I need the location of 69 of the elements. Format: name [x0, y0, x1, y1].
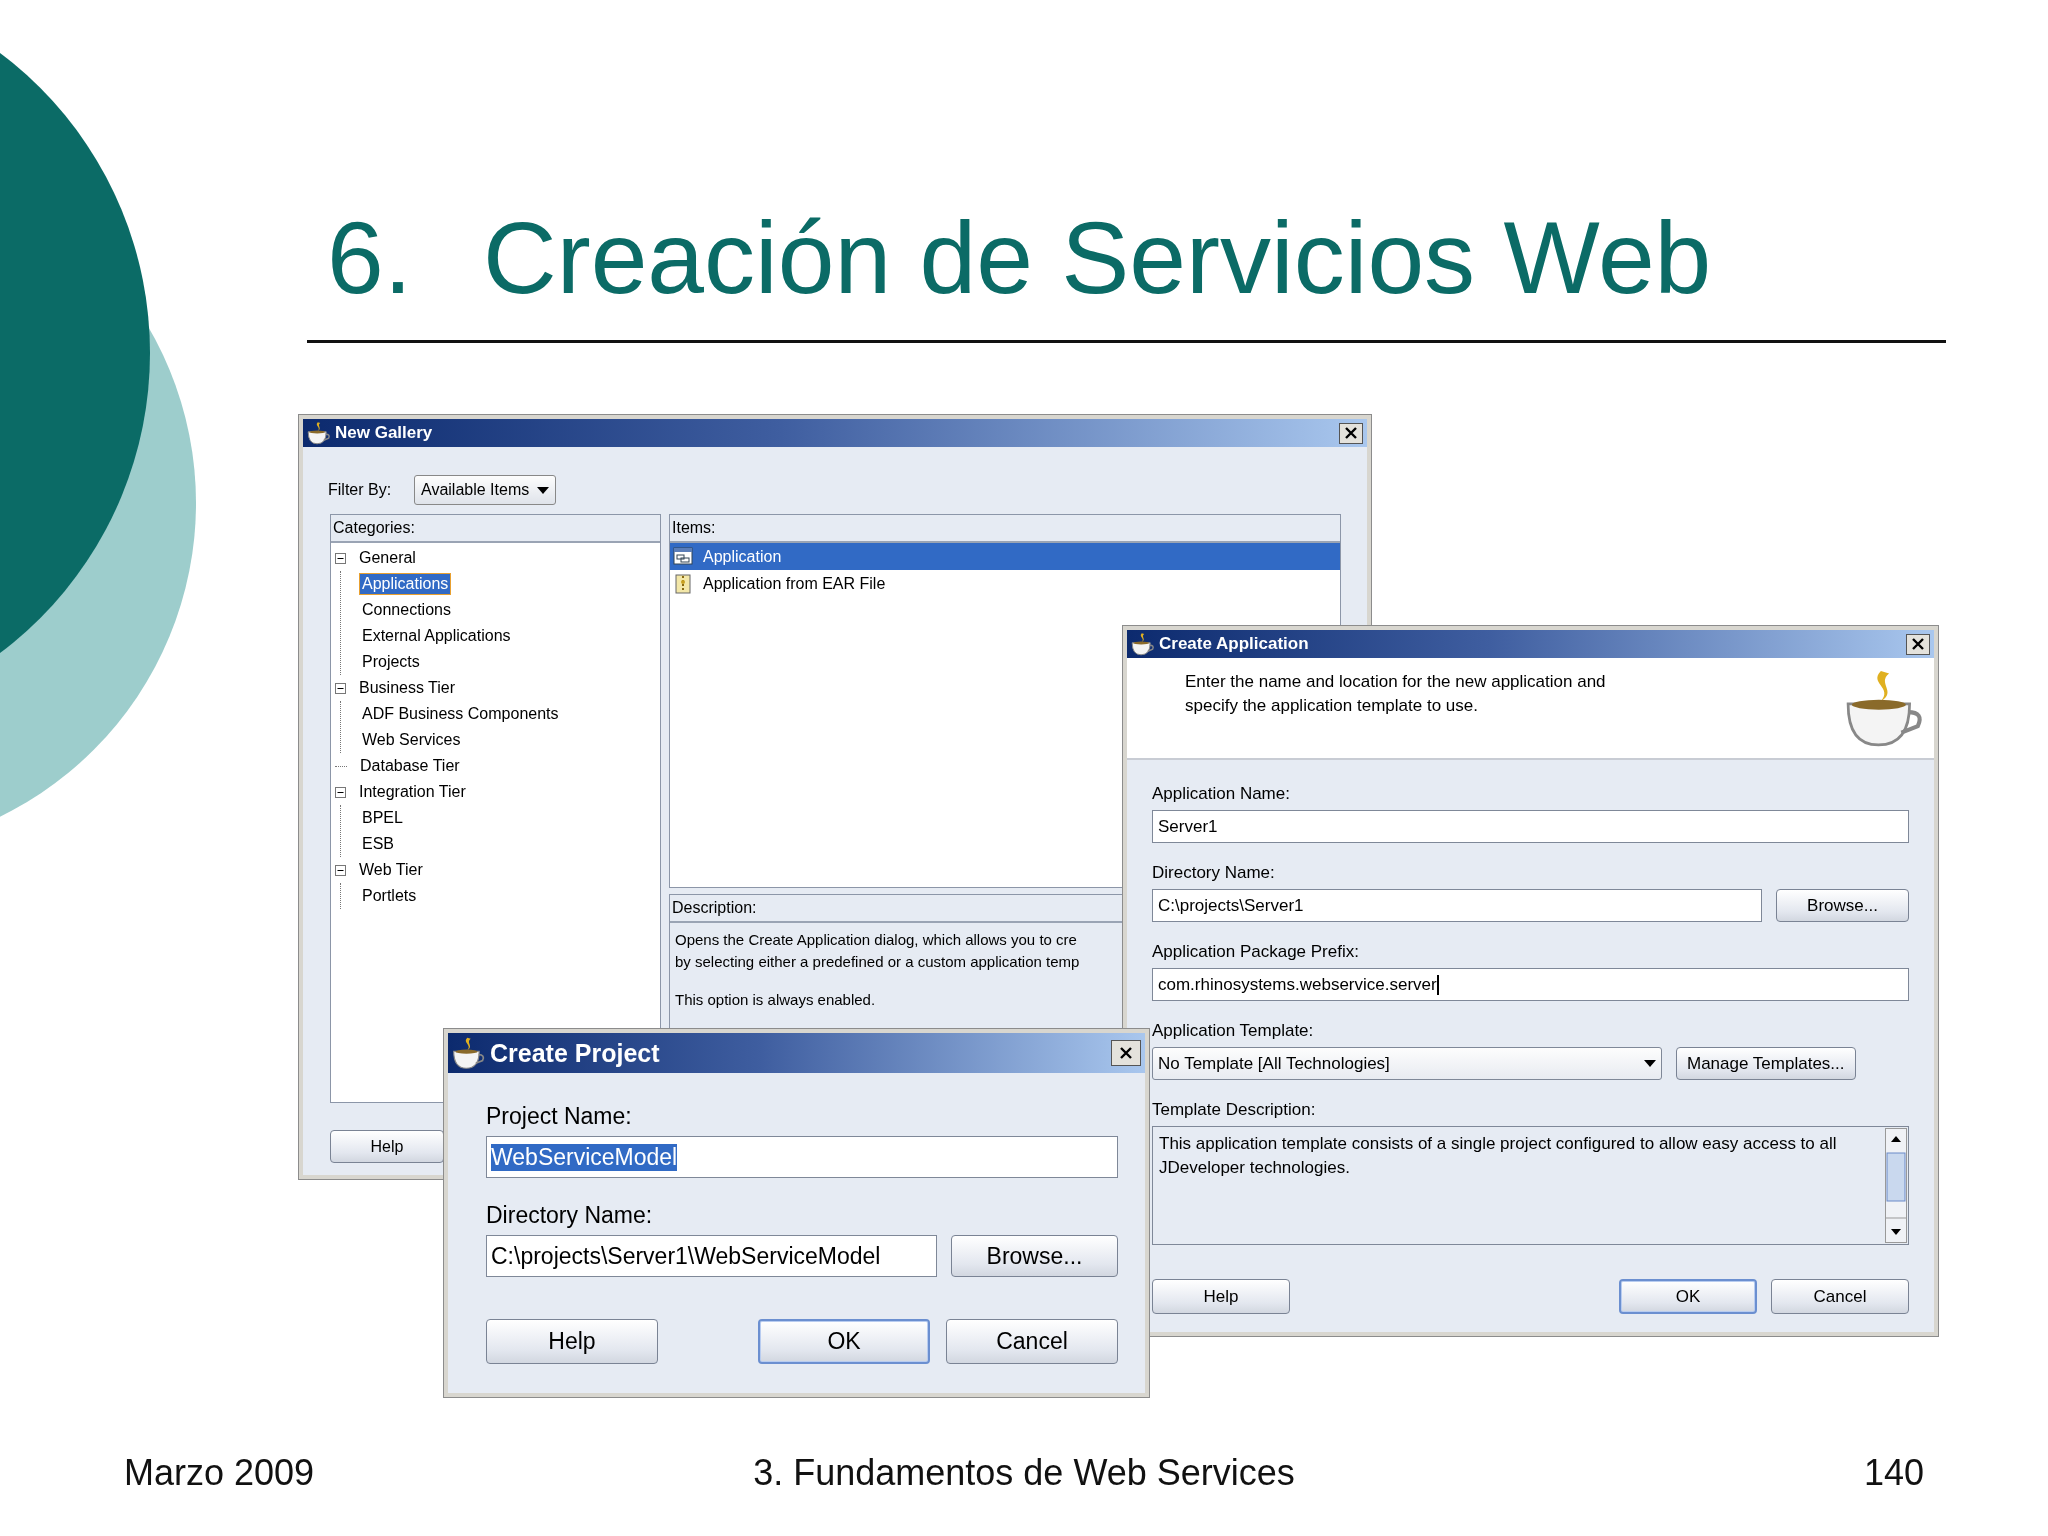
tree-item[interactable]: Connections [359, 599, 454, 621]
description-text: by selecting either a predefined or a custom application temp [674, 952, 1080, 972]
close-icon [1119, 1047, 1133, 1059]
field-label: Application Package Prefix: [1152, 941, 1360, 963]
tree-item[interactable]: Business Tier [356, 677, 459, 699]
template-description: This application template consists of a single project configured to allow easy access to all JDeveloper technologies. [1158, 1133, 1838, 1179]
dialog-button[interactable]: Manage Templates... [1676, 1047, 1856, 1080]
description-text: Opens the Create Application dialog, which allows you to cre [674, 930, 1077, 950]
instruction-text: Enter the name and location for the new application and specify the application template to use. [1185, 671, 1606, 717]
tree-item[interactable]: ESB [359, 833, 397, 855]
input-field[interactable]: Server1 [1152, 810, 1909, 843]
close-icon [1911, 638, 1925, 650]
footer-title: 3. Fundamentos de Web Services [753, 1452, 1295, 1494]
close-button[interactable] [1339, 422, 1363, 444]
slide-number: 6. [327, 200, 414, 317]
input-field[interactable]: WebServiceModel [486, 1136, 1118, 1178]
dialog-button[interactable]: Cancel [946, 1319, 1118, 1364]
window-title: New Gallery [335, 423, 433, 443]
tree-item[interactable]: BPEL [359, 807, 406, 829]
cup-icon [307, 421, 331, 445]
close-button[interactable] [1906, 633, 1930, 655]
field-label: Application Name: [1152, 783, 1291, 805]
archive-icon [673, 573, 693, 594]
page-number: 140 [1862, 1452, 1924, 1494]
list-item[interactable]: Application [670, 543, 1340, 570]
tree-item[interactable]: Projects [359, 651, 423, 673]
tree-item[interactable]: Integration Tier [356, 781, 469, 803]
input-field[interactable]: C:\projects\Server1\WebServiceModel [486, 1235, 937, 1277]
caret-icon [1644, 1060, 1656, 1067]
window-icon [673, 546, 693, 567]
cup-icon [1131, 632, 1155, 656]
dialog-button[interactable]: Help [486, 1319, 658, 1364]
tree-item[interactable]: Applications [359, 573, 452, 595]
tree-item[interactable]: General [356, 547, 419, 569]
tree-item[interactable]: External Applications [359, 625, 514, 647]
field-label: Application Template: [1152, 1020, 1315, 1042]
close-button[interactable] [1111, 1040, 1141, 1066]
tree-item[interactable]: Portlets [359, 885, 420, 907]
panel-header: Items: [670, 515, 1340, 543]
dialog-button[interactable]: Cancel [1771, 1279, 1909, 1314]
dialog-button[interactable]: OK [1619, 1279, 1757, 1314]
list-item[interactable]: Application from EAR File [670, 570, 1340, 597]
slide-title: Creación de Servicios Web [483, 200, 1712, 317]
field-label: Directory Name: [1152, 862, 1276, 884]
dialog-button[interactable]: Browse... [1776, 889, 1909, 922]
dialog-button[interactable]: Browse... [951, 1235, 1118, 1277]
dialog-button[interactable]: OK [758, 1319, 930, 1364]
panel-header: Categories: [331, 515, 660, 543]
input-field[interactable]: com.rhinosystems.webservice.server [1152, 968, 1909, 1001]
field-label: Project Name: [486, 1102, 633, 1131]
tree-item[interactable]: ADF Business Components [359, 703, 562, 725]
field-label: Filter By: [328, 481, 393, 499]
description-text: This option is always enabled. [674, 990, 876, 1010]
filter-dropdown[interactable]: Available Items [414, 475, 557, 505]
close-icon [1344, 427, 1358, 439]
dialog-button[interactable]: Help [330, 1130, 444, 1163]
caret-icon [537, 486, 550, 494]
tree-item[interactable]: Database Tier [357, 755, 463, 777]
input-field[interactable]: C:\projects\Server1 [1152, 889, 1762, 922]
tree-item[interactable]: Web Services [359, 729, 464, 751]
cup-icon [452, 1036, 486, 1070]
window-title: Create Application [1159, 634, 1309, 654]
footer-date: Marzo 2009 [124, 1452, 316, 1494]
field-label: Template Description: [1152, 1099, 1317, 1121]
template-dropdown[interactable]: No Template [All Technologies] [1152, 1047, 1662, 1080]
field-label: Directory Name: [486, 1201, 654, 1230]
window-title: Create Project [490, 1038, 660, 1068]
tree-item[interactable]: Web Tier [356, 859, 426, 881]
dialog-button[interactable]: Help [1152, 1279, 1290, 1314]
